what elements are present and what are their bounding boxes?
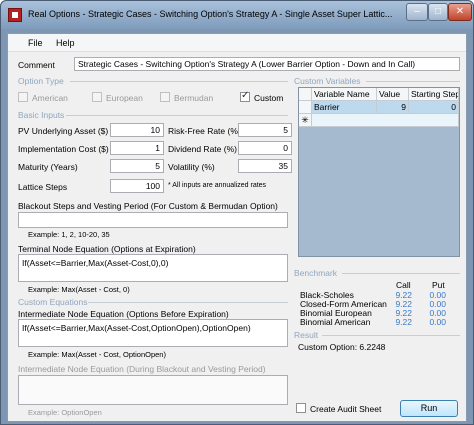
bermudan-label: Bermudan (174, 93, 214, 103)
bench-binomial-american-put: 0.00 (429, 317, 446, 327)
app-window: Real Options - Strategic Cases - Switchi… (0, 0, 474, 425)
col-variable-name[interactable]: Variable Name (312, 88, 377, 101)
minimize-button[interactable]: – (406, 3, 428, 21)
maturity-input[interactable]: 5 (110, 159, 164, 173)
bench-binomial-american-label: Binomial American (300, 317, 371, 327)
maturity-label: Maturity (Years) (18, 162, 78, 172)
custom-checkbox[interactable] (240, 90, 250, 102)
terminal-input[interactable]: If(Asset<=Barrier,Max(Asset-Cost,0),0) (18, 254, 288, 282)
volatility-label: Volatility (%) (168, 162, 215, 172)
grid-corner (299, 88, 312, 101)
benchmark-call-header: Call (396, 280, 411, 290)
title-bar[interactable]: Real Options - Strategic Cases - Switchi… (1, 1, 473, 29)
new-row-marker[interactable]: ✳ (299, 114, 312, 127)
blackout-equation-label: Intermediate Node Equation (During Black… (18, 364, 266, 374)
maximize-button[interactable]: □ (428, 3, 448, 21)
audit-label: Create Audit Sheet (310, 404, 382, 414)
col-value[interactable]: Value (377, 88, 409, 101)
impl-cost-input[interactable]: 1 (110, 141, 164, 155)
intermediate-input[interactable]: If(Asset<=Barrier,Max(Asset-Cost,OptionO… (18, 319, 288, 347)
window-title: Real Options - Strategic Cases - Switchi… (28, 9, 393, 19)
blackout-equation-input[interactable] (18, 375, 288, 405)
american-checkbox[interactable] (18, 92, 28, 102)
blackout-equation-example: Example: OptionOpen (28, 408, 102, 417)
option-type-group-label: Option Type (18, 76, 64, 86)
menu-help[interactable]: Help (56, 38, 75, 48)
annualized-note: * All inputs are annualized rates (168, 182, 267, 189)
client-area: File Help Comment Strategic Cases - Swit… (7, 33, 467, 422)
blackout-input[interactable] (18, 212, 288, 228)
basic-inputs-group-label: Basic Inputs (18, 110, 65, 120)
app-icon (8, 8, 22, 22)
audit-checkbox[interactable] (296, 403, 306, 413)
lattice-steps-input[interactable]: 100 (110, 179, 164, 193)
bermudan-checkbox[interactable] (160, 92, 170, 102)
result-group-label: Result (294, 330, 319, 340)
blackout-label: Blackout Steps and Vesting Period (For C… (18, 201, 278, 211)
intermediate-example: Example: Max(Asset - Cost, OptionOpen) (28, 350, 166, 359)
custom-label: Custom (254, 93, 284, 103)
european-label: European (106, 93, 143, 103)
pv-input[interactable]: 10 (110, 123, 164, 137)
menu-bar: File Help (8, 34, 466, 52)
risk-free-input[interactable]: 5 (238, 123, 292, 137)
custom-equations-group-label: Custom Equations (18, 297, 88, 307)
comment-input[interactable]: Strategic Cases - Switching Option's Str… (74, 57, 460, 71)
custom-variables-grid[interactable]: Variable Name Value Starting Step Barrie… (298, 87, 460, 257)
pv-label: PV Underlying Asset ($) (18, 126, 109, 136)
benchmark-put-header: Put (432, 280, 445, 290)
col-starting-step[interactable]: Starting Step (409, 88, 459, 101)
new-row[interactable] (312, 114, 459, 127)
dividend-label: Dividend Rate (%) (168, 144, 237, 154)
result-text: Custom Option: 6.2248 (298, 342, 386, 352)
lattice-steps-label: Lattice Steps (18, 182, 68, 192)
close-button[interactable]: ✕ (448, 3, 472, 21)
american-label: American (32, 93, 68, 103)
impl-cost-label: Implementation Cost ($) (18, 144, 109, 154)
run-button[interactable]: Run (400, 400, 458, 417)
european-checkbox[interactable] (92, 92, 102, 102)
volatility-input[interactable]: 35 (238, 159, 292, 173)
terminal-label: Terminal Node Equation (Options at Expir… (18, 244, 196, 254)
bench-binomial-american-call: 9.22 (395, 317, 412, 327)
menu-file[interactable]: File (28, 38, 43, 48)
grid-cell-name[interactable]: Barrier (312, 101, 377, 114)
dividend-input[interactable]: 0 (238, 141, 292, 155)
risk-free-label: Risk-Free Rate (%) (168, 126, 241, 136)
grid-cell-step[interactable]: 0 (409, 101, 459, 114)
row-selector[interactable] (299, 101, 312, 114)
intermediate-label: Intermediate Node Equation (Options Befo… (18, 309, 229, 319)
custom-variables-group-label: Custom Variables (294, 76, 361, 86)
blackout-example: Example: 1, 2, 10-20, 35 (28, 230, 110, 239)
benchmark-group-label: Benchmark (294, 268, 337, 278)
grid-cell-value[interactable]: 9 (377, 101, 409, 114)
terminal-example: Example: Max(Asset - Cost, 0) (28, 285, 130, 294)
comment-label: Comment (18, 60, 55, 70)
